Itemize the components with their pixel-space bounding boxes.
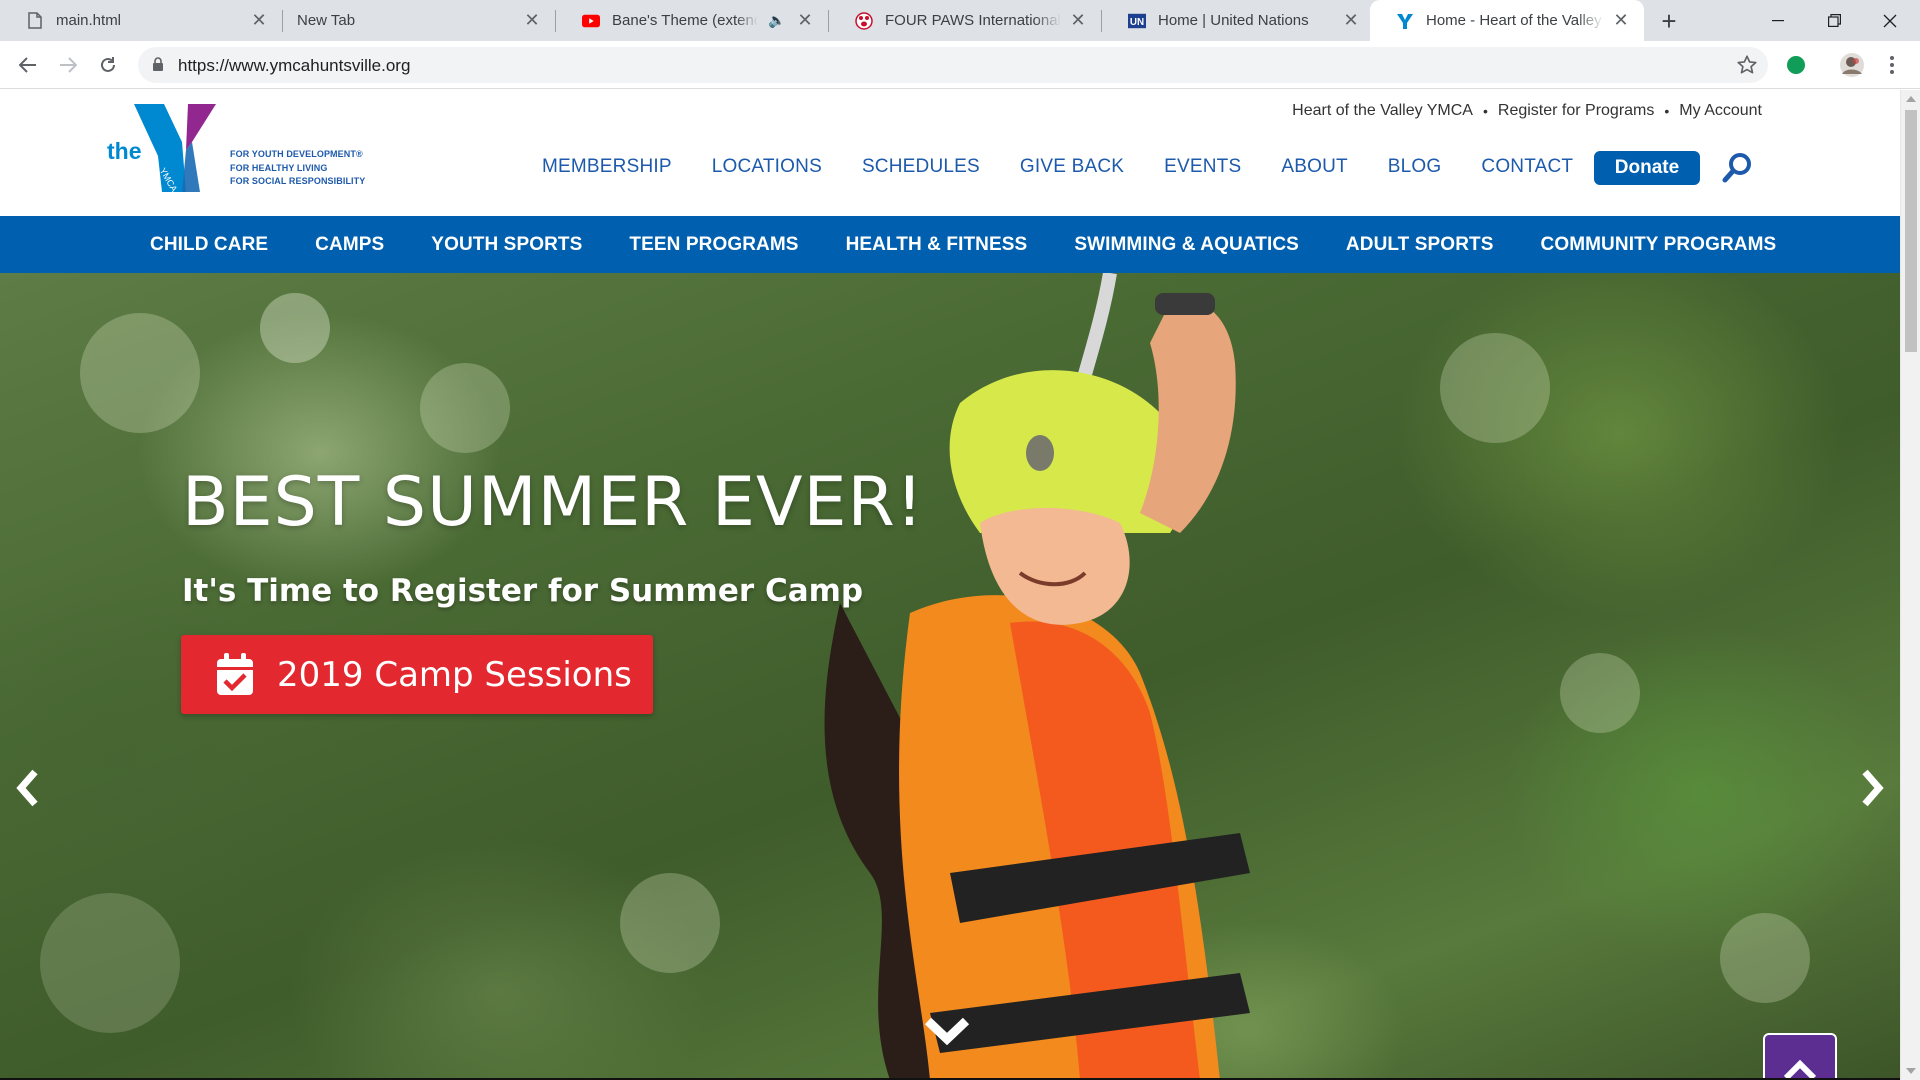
- lock-icon[interactable]: [152, 57, 164, 77]
- speaker-icon[interactable]: 🔈: [766, 12, 788, 30]
- hero-title: BEST SUMMER EVER!: [182, 463, 924, 542]
- utility-nav: Heart of the Valley YMCA • Register for …: [1292, 100, 1762, 122]
- close-icon[interactable]: ✕: [1069, 10, 1087, 30]
- program-teen-programs[interactable]: TEEN PROGRAMS: [629, 234, 798, 256]
- forward-icon[interactable]: [52, 49, 84, 81]
- utility-link-heart-of-the-valley[interactable]: Heart of the Valley YMCA: [1292, 102, 1473, 120]
- tab-title: Home | United Nations: [1158, 12, 1309, 29]
- program-adult-sports[interactable]: ADULT SPORTS: [1346, 234, 1494, 256]
- back-icon[interactable]: [12, 49, 44, 81]
- donate-button[interactable]: Donate: [1594, 151, 1700, 185]
- ymca-logo[interactable]: YMCA the FOR YOUTH DEVELOPMENT® FOR HEAL…: [104, 102, 374, 192]
- tab-title: New Tab: [297, 12, 356, 29]
- profile-avatar[interactable]: [1836, 49, 1868, 81]
- nav-give-back[interactable]: GIVE BACK: [1020, 156, 1124, 186]
- tab-title: FOUR PAWS International: [885, 12, 1061, 29]
- browser-toolbar: https://www.ymcahuntsville.org: [0, 41, 1920, 89]
- new-tab-button[interactable]: +: [1654, 6, 1684, 36]
- url-text[interactable]: https://www.ymcahuntsville.org: [178, 56, 410, 76]
- window-close-icon[interactable]: [1862, 0, 1918, 41]
- browser-tab[interactable]: New Tab ✕: [283, 0, 555, 41]
- search-icon[interactable]: [1720, 150, 1756, 186]
- program-youth-sports[interactable]: YOUTH SPORTS: [431, 234, 582, 256]
- scroll-down-chevron-icon[interactable]: [924, 1013, 970, 1049]
- camp-sessions-button[interactable]: 2019 Camp Sessions: [181, 635, 653, 714]
- browser-tab[interactable]: Bane's Theme (extended 🔈 ✕: [556, 0, 828, 41]
- four-paws-icon: [855, 11, 873, 30]
- nav-schedules[interactable]: SCHEDULES: [862, 156, 980, 186]
- utility-link-my-account[interactable]: My Account: [1679, 102, 1762, 120]
- scroll-up-arrow-icon[interactable]: [1906, 96, 1916, 102]
- close-icon[interactable]: ✕: [523, 10, 541, 30]
- close-icon[interactable]: ✕: [796, 10, 814, 30]
- nav-events[interactable]: EVENTS: [1164, 156, 1241, 186]
- browser-tab[interactable]: main.html ✕: [0, 0, 282, 41]
- nav-membership[interactable]: MEMBERSHIP: [542, 156, 672, 186]
- youtube-icon: [582, 12, 600, 30]
- menu-icon[interactable]: [1876, 49, 1908, 81]
- tab-title: Bane's Theme (extended: [612, 12, 758, 29]
- bookmark-star-icon[interactable]: [1736, 54, 1758, 81]
- prev-slide-chevron-left-icon[interactable]: [10, 763, 44, 813]
- un-icon: UN: [1128, 12, 1146, 30]
- program-community-programs[interactable]: COMMUNITY PROGRAMS: [1541, 234, 1777, 256]
- scroll-down-arrow-icon[interactable]: [1906, 1068, 1916, 1074]
- calendar-check-icon: [217, 652, 253, 695]
- close-icon[interactable]: ✕: [250, 10, 268, 30]
- back-to-top-button[interactable]: [1763, 1033, 1837, 1080]
- browser-tab[interactable]: FOUR PAWS International ✕: [829, 0, 1101, 41]
- nav-blog[interactable]: BLOG: [1388, 156, 1442, 186]
- hero-photo-girl-zipline: [824, 273, 1250, 1080]
- address-bar[interactable]: https://www.ymcahuntsville.org: [138, 47, 1768, 83]
- restore-icon[interactable]: [1806, 0, 1862, 41]
- logo-the-text: the: [107, 138, 142, 164]
- close-icon[interactable]: ✕: [1342, 10, 1360, 30]
- next-slide-chevron-right-icon[interactable]: [1856, 763, 1890, 813]
- cta-label: 2019 Camp Sessions: [277, 654, 632, 695]
- tab-title: Home - Heart of the Valley Y: [1426, 12, 1604, 29]
- program-swimming-aquatics[interactable]: SWIMMING & AQUATICS: [1074, 234, 1299, 256]
- hero-subtitle: It's Time to Register for Summer Camp: [182, 573, 864, 609]
- logo-tagline: FOR YOUTH DEVELOPMENT® FOR HEALTHY LIVIN…: [230, 149, 366, 186]
- nav-contact[interactable]: CONTACT: [1481, 156, 1573, 186]
- utility-link-register[interactable]: Register for Programs: [1498, 102, 1655, 120]
- svg-text:UN: UN: [1130, 17, 1144, 28]
- web-page: YMCA the FOR YOUTH DEVELOPMENT® FOR HEAL…: [0, 90, 1900, 1080]
- main-nav: MEMBERSHIP LOCATIONS SCHEDULES GIVE BACK…: [542, 156, 1573, 186]
- separator: •: [1482, 103, 1488, 119]
- program-camps[interactable]: CAMPS: [315, 234, 384, 256]
- program-health-fitness[interactable]: HEALTH & FITNESS: [846, 234, 1028, 256]
- nav-locations[interactable]: LOCATIONS: [712, 156, 822, 186]
- scrollbar-thumb[interactable]: [1905, 110, 1917, 352]
- browser-tab[interactable]: UN Home | United Nations ✕: [1102, 0, 1374, 41]
- file-icon: [26, 12, 44, 30]
- chevron-up-icon: [1783, 1059, 1817, 1080]
- ymca-icon: [1396, 12, 1414, 30]
- minimize-icon[interactable]: [1750, 0, 1806, 41]
- separator: •: [1664, 103, 1670, 119]
- site-header: YMCA the FOR YOUTH DEVELOPMENT® FOR HEAL…: [0, 90, 1900, 216]
- browser-tab-active[interactable]: Home - Heart of the Valley Y ✕: [1370, 0, 1644, 41]
- hero-slider: BEST SUMMER EVER! It's Time to Register …: [0, 273, 1900, 1080]
- browser-tab-strip: main.html ✕ New Tab ✕ Bane's Theme (exte…: [0, 0, 1920, 41]
- close-icon[interactable]: ✕: [1612, 10, 1630, 30]
- program-child-care[interactable]: CHILD CARE: [150, 234, 268, 256]
- reload-icon[interactable]: [92, 49, 124, 81]
- extension-icon[interactable]: [1780, 49, 1812, 81]
- tab-title: main.html: [56, 12, 122, 29]
- program-nav: CHILD CARE CAMPS YOUTH SPORTS TEEN PROGR…: [0, 216, 1900, 273]
- nav-about[interactable]: ABOUT: [1281, 156, 1347, 186]
- page-scrollbar[interactable]: [1900, 90, 1920, 1080]
